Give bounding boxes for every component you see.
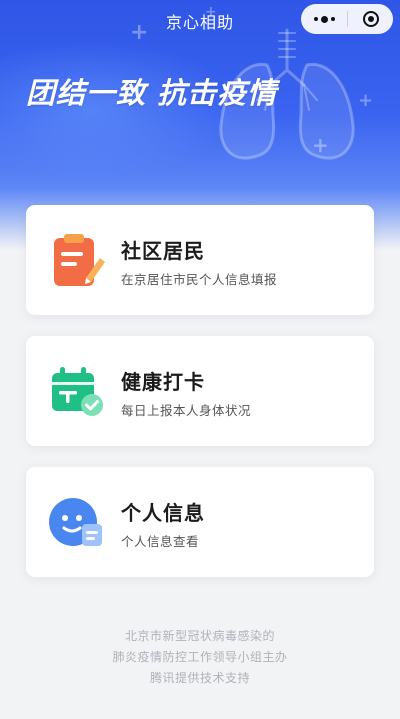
card-title: 个人信息 <box>121 501 205 525</box>
card-health-checkin[interactable]: 健康打卡 每日上报本人身体状况 <box>26 336 374 446</box>
card-personal-info[interactable]: 个人信息 个人信息查看 <box>26 467 374 577</box>
clipboard-edit-icon <box>54 234 105 286</box>
menu-capsule <box>301 4 393 34</box>
card-title: 健康打卡 <box>121 370 205 394</box>
close-circle-icon <box>362 11 379 27</box>
close-button[interactable] <box>348 4 393 34</box>
profile-face-icon <box>49 498 102 546</box>
more-button[interactable] <box>301 4 347 34</box>
footer-line: 肺炎疫情防控工作领导小组主办 <box>112 650 288 664</box>
title-bar: 京心相助 <box>0 0 400 38</box>
footer-credits: 北京市新型冠状病毒感染的 肺炎疫情防控工作领导小组主办 腾讯提供技术支持 <box>0 626 400 689</box>
footer-line: 北京市新型冠状病毒感染的 <box>124 629 275 643</box>
card-community-resident[interactable]: 社区居民 在京居住市民个人信息填报 <box>26 205 374 315</box>
card-title: 社区居民 <box>121 239 205 263</box>
card-subtitle: 个人信息查看 <box>121 534 200 549</box>
plus-decoration-icon: + <box>358 90 374 111</box>
card-subtitle: 在京居住市民个人信息填报 <box>121 272 278 287</box>
plus-decoration-icon: + <box>312 133 329 157</box>
calendar-check-icon <box>52 367 103 416</box>
footer-line: 腾讯提供技术支持 <box>149 671 250 685</box>
more-dots-icon <box>313 15 335 23</box>
banner-slogan: 团结一致 抗击疫情 <box>26 76 278 110</box>
page: + + + + 京心相助 团结一致 抗击疫情 社区居民 在京居住市民个人信息填报… <box>0 0 400 719</box>
card-subtitle: 每日上报本人身体状况 <box>121 403 252 418</box>
